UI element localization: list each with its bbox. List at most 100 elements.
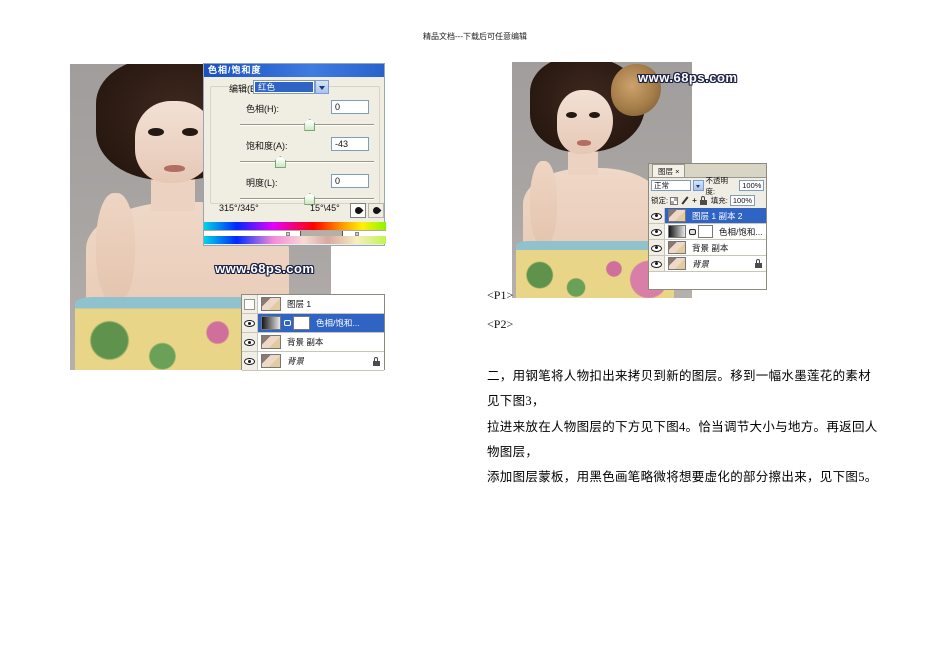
eye-icon <box>651 243 662 253</box>
tutorial-paragraph: 二，用钢笔将人物扣出来拷贝到新的图层。移到一幅水墨莲花的素材见下图3， 拉进来放… <box>487 364 879 490</box>
dialog-title-bar[interactable]: 色相/饱和度 <box>204 64 384 77</box>
lock-pixels-icon[interactable] <box>681 197 689 205</box>
hue-slider-thumb[interactable] <box>304 119 316 131</box>
layer-thumbnail[interactable] <box>261 297 281 311</box>
hue-slider[interactable] <box>240 118 374 131</box>
eye-icon <box>244 318 255 328</box>
hue-range-row: 315°/345° 15°\45° <box>204 203 386 219</box>
eye-icon <box>244 356 255 366</box>
layer-row-hue-sat[interactable]: 色相/饱和... <box>242 314 384 333</box>
adjustment-thumbnail[interactable] <box>261 316 281 330</box>
hue-saturation-dialog: 色相/饱和度 编辑(E): 红色 色相(H): 0 饱和度(A): -43 明度… <box>203 63 386 246</box>
paragraph-line: 二，用钢笔将人物扣出来拷贝到新的图层。移到一幅水墨莲花的素材见下图3， <box>487 369 872 409</box>
portrait-lips <box>576 139 592 146</box>
opacity-input[interactable]: 100% <box>739 180 764 191</box>
saturation-slider[interactable] <box>240 155 374 168</box>
layers-tab[interactable]: 图层 × <box>652 164 686 177</box>
combo-dropdown-arrow-icon[interactable] <box>315 80 329 94</box>
hue-input[interactable]: 0 <box>331 100 369 114</box>
saturation-input[interactable]: -43 <box>331 137 369 151</box>
eyedropper-plus-button[interactable] <box>368 203 384 218</box>
saturation-slider-thumb[interactable] <box>274 156 286 168</box>
watermark-2: www.68ps.com <box>638 70 738 85</box>
visibility-toggle[interactable] <box>649 208 665 223</box>
visibility-toggle[interactable] <box>649 224 665 239</box>
blend-mode-select[interactable]: 正常 <box>651 180 691 191</box>
layer-thumbnail[interactable] <box>668 209 686 222</box>
eye-hidden-icon <box>244 298 255 310</box>
figure-2: www.68ps.com 图层 × 正常 不透明度: 100% 锁定: + 填充… <box>512 62 767 298</box>
layer-mask-thumbnail[interactable] <box>698 225 713 238</box>
layer-mask-link-icon <box>284 320 291 326</box>
eyedropper-button[interactable] <box>350 203 366 218</box>
layer-name: 图层 1 <box>287 299 312 309</box>
layer-thumbnail[interactable] <box>261 335 281 349</box>
lightness-input[interactable]: 0 <box>331 174 369 188</box>
layer-name: 色相/饱和... <box>719 226 763 237</box>
layer-list: 图层 1 副本 2 色相/饱和... 背景 副本 背景 <box>649 208 766 289</box>
portrait-eye <box>589 111 601 118</box>
portrait-arm <box>96 192 136 303</box>
lock-icon <box>373 356 380 366</box>
visibility-toggle[interactable] <box>242 352 258 370</box>
caption-p1: <P1> <box>487 288 514 302</box>
fill-label: 填充: <box>710 196 728 205</box>
layer-mask-link-icon <box>689 228 696 235</box>
hue-label: 色相(H): <box>246 104 279 114</box>
edit-channel-value: 红色 <box>255 82 313 92</box>
hue-spectrum-bottom <box>204 236 386 244</box>
layers-panel-1: 图层 1 色相/饱和... 背景 副本 背景 <box>241 294 385 371</box>
eyedropper-plus-icon <box>371 205 381 216</box>
paragraph-line: 添加图层蒙板，用黑色画笔略微将想要虚化的部分擦出来，见下图5。 <box>487 470 878 485</box>
layer-name: 图层 1 副本 2 <box>692 210 743 221</box>
layer-mask-thumbnail[interactable] <box>293 316 310 330</box>
layer-thumbnail[interactable] <box>261 354 281 368</box>
paragraph-line: 拉进来放在人物图层的下方见下图4。恰当调节大小与地方。再返回人物图层， <box>487 419 878 459</box>
layer-row-background[interactable]: 背景 <box>242 352 384 371</box>
lock-label: 锁定: <box>651 196 669 205</box>
lock-icon <box>755 259 762 268</box>
layer-name: 背景 副本 <box>287 337 324 347</box>
document-header: 精品文档---下载后可任意编辑 <box>423 32 527 41</box>
visibility-toggle[interactable] <box>242 314 258 332</box>
hue-range-in: 15°\45° <box>310 203 340 213</box>
combo-dropdown-arrow-icon[interactable] <box>692 180 704 191</box>
portrait-arm <box>530 161 557 247</box>
visibility-toggle[interactable] <box>649 256 665 271</box>
eye-icon <box>244 337 255 347</box>
fill-input[interactable]: 100% <box>729 195 755 206</box>
layer-row-hue-sat[interactable]: 色相/饱和... <box>649 224 766 240</box>
visibility-toggle[interactable] <box>649 240 665 255</box>
eye-icon <box>651 211 662 221</box>
lock-transparency-icon[interactable] <box>670 196 679 205</box>
hue-range-out: 315°/345° <box>219 203 259 213</box>
eye-icon <box>651 259 662 269</box>
portrait-eye <box>566 111 577 118</box>
caption-p2: <P2> <box>487 317 514 331</box>
edit-channel-select[interactable]: 红色 <box>253 80 315 94</box>
adjustment-thumbnail[interactable] <box>668 225 686 238</box>
eye-icon <box>651 227 662 237</box>
layers-panel-2: 图层 × 正常 不透明度: 100% 锁定: + 填充: 100% 图层 1 副… <box>648 163 767 290</box>
layer-thumbnail[interactable] <box>668 241 686 254</box>
figure-1: 色相/饱和度 编辑(E): 红色 色相(H): 0 饱和度(A): -43 明度… <box>70 63 386 371</box>
watermark-1: www.68ps.com <box>215 261 315 276</box>
layer-row-layer1[interactable]: 图层 1 <box>242 295 384 314</box>
portrait-lips <box>163 164 185 173</box>
layer-row-bg-copy[interactable]: 背景 副本 <box>649 240 766 256</box>
lock-row: 锁定: + 填充: 100% <box>649 193 766 208</box>
layer-thumbnail[interactable] <box>668 257 686 270</box>
layer-name: 色相/饱和... <box>316 318 360 328</box>
layer-row-bg-copy[interactable]: 背景 副本 <box>242 333 384 352</box>
layer-row-background[interactable]: 背景 <box>649 256 766 272</box>
visibility-toggle[interactable] <box>242 333 258 351</box>
layer-row-layer1-copy2[interactable]: 图层 1 副本 2 <box>649 208 766 224</box>
lightness-label: 明度(L): <box>246 178 278 188</box>
lock-position-icon[interactable]: + <box>692 196 697 205</box>
blend-mode-row: 正常 不透明度: 100% <box>649 176 766 196</box>
hue-spectrum-top <box>204 222 386 230</box>
layer-name: 背景 <box>692 258 710 269</box>
eyedropper-icon <box>353 205 363 216</box>
lock-all-icon[interactable] <box>699 196 707 205</box>
visibility-toggle[interactable] <box>242 295 258 313</box>
